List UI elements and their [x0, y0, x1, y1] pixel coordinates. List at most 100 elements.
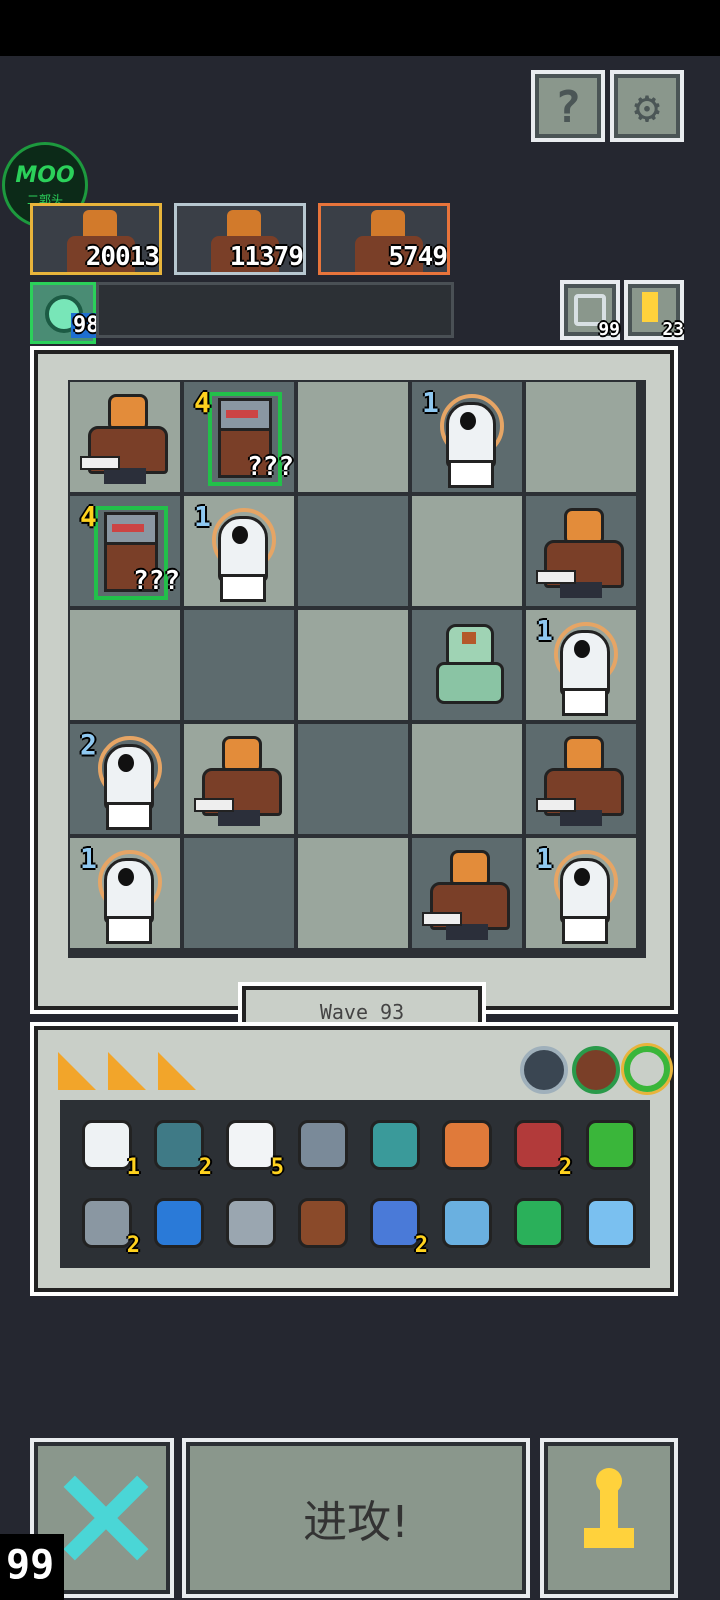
inventory-item[interactable] — [434, 1190, 496, 1252]
inventory-item[interactable] — [146, 1190, 208, 1252]
enemy-card[interactable]: 11379 — [174, 203, 306, 275]
corner-count: 99 — [6, 1542, 55, 1588]
inventory-item[interactable] — [578, 1112, 640, 1174]
watermark-title: MOO — [15, 163, 75, 188]
board-cell[interactable] — [526, 382, 636, 492]
reroll-button[interactable]: 99 — [560, 280, 620, 340]
inventory-item[interactable]: 5 — [218, 1112, 284, 1180]
cheese-icon — [108, 1052, 146, 1090]
item-count: 2 — [198, 1155, 212, 1180]
enemy-hp: 11379 — [229, 242, 303, 272]
attack-button[interactable]: 进攻! — [182, 1438, 530, 1598]
board-cell[interactable]: 1 — [70, 838, 180, 948]
knight-unit[interactable]: 4??? — [70, 496, 180, 606]
inventory-item[interactable] — [578, 1190, 640, 1252]
reroll-count: 99 — [598, 319, 620, 340]
board-cell[interactable] — [184, 610, 294, 720]
board-cell[interactable] — [70, 382, 180, 492]
inventory-item[interactable] — [290, 1112, 352, 1174]
inventory-item[interactable]: 2 — [146, 1112, 212, 1180]
inventory-item[interactable]: 2 — [506, 1112, 572, 1180]
settings-button[interactable]: ⚙ — [610, 70, 684, 142]
unit-level: 1 — [422, 386, 439, 419]
board-cell[interactable] — [526, 724, 636, 834]
board-cell[interactable] — [184, 838, 294, 948]
item-count: 2 — [558, 1155, 572, 1180]
ghost-unit[interactable]: 1 — [526, 610, 636, 720]
enemy-hp: 5749 — [388, 242, 447, 272]
board-cell[interactable] — [298, 610, 408, 720]
units-button[interactable] — [540, 1438, 678, 1598]
brute-unit[interactable] — [412, 838, 522, 948]
corner-counter: 99 — [0, 1534, 64, 1600]
pawn-icon — [584, 1468, 634, 1568]
board-cell[interactable] — [412, 838, 522, 948]
inventory-item[interactable]: 2 — [74, 1190, 140, 1258]
board-cell[interactable] — [298, 838, 408, 948]
inventory-grid: 1 2 5 2 2 2 — [60, 1100, 650, 1268]
board-cell[interactable] — [412, 496, 522, 606]
enemy-card[interactable]: 5749 — [318, 203, 450, 275]
relic-helm-icon[interactable] — [520, 1046, 568, 1094]
enemy-portrait — [371, 210, 405, 238]
inventory-panel: 1 2 5 2 2 2 — [30, 1022, 678, 1296]
brute-unit[interactable] — [526, 724, 636, 834]
network-icon — [586, 1198, 636, 1248]
battery-icon — [154, 1198, 204, 1248]
cheese-row — [54, 1046, 204, 1096]
status-bar — [0, 0, 720, 56]
ghost-unit[interactable]: 1 — [412, 382, 522, 492]
relic-wreath-icon[interactable] — [572, 1046, 620, 1094]
potion-bag-icon — [586, 1120, 636, 1170]
board-cell[interactable] — [298, 382, 408, 492]
ghost-unit[interactable]: 1 — [70, 838, 180, 948]
chain-icon — [226, 1198, 276, 1248]
unit-level: 4 — [80, 500, 97, 533]
board-cell[interactable]: 1 — [526, 838, 636, 948]
zombie-unit[interactable] — [412, 610, 522, 720]
gauntlet-icon — [370, 1120, 420, 1170]
relic-ring-icon[interactable] — [624, 1046, 670, 1092]
board-cell[interactable]: 1 — [184, 496, 294, 606]
inventory-item[interactable] — [290, 1190, 352, 1252]
board-cell[interactable] — [526, 496, 636, 606]
unit-level: 1 — [536, 842, 553, 875]
board-cell[interactable]: 2 — [70, 724, 180, 834]
swirl-orb-icon — [442, 1120, 492, 1170]
inventory-item[interactable] — [218, 1190, 280, 1252]
board-cell[interactable] — [298, 496, 408, 606]
item-count: 2 — [126, 1233, 140, 1258]
board-cell[interactable] — [184, 724, 294, 834]
board-cell[interactable] — [70, 610, 180, 720]
enemy-card[interactable]: 20013 — [30, 203, 162, 275]
board-cell[interactable]: 1 — [526, 610, 636, 720]
board-cell[interactable] — [412, 724, 522, 834]
ghost-unit[interactable]: 1 — [526, 838, 636, 948]
knight-unit[interactable]: 4??? — [184, 382, 294, 492]
gem-slot[interactable]: 98 — [30, 282, 102, 344]
ghost-unit[interactable]: 1 — [184, 496, 294, 606]
board-cell[interactable]: 4??? — [70, 496, 180, 606]
inventory-item[interactable]: 1 — [74, 1112, 140, 1180]
help-button[interactable]: ? — [531, 70, 605, 142]
key-button[interactable]: 23 — [624, 280, 684, 340]
attack-label: 进攻! — [303, 1497, 409, 1548]
close-icon — [63, 1472, 149, 1564]
brute-unit[interactable] — [70, 382, 180, 492]
board-frame: 4??? 1 4??? 1 1 2 1 1 — [30, 346, 678, 1014]
ghost-unit[interactable]: 2 — [70, 724, 180, 834]
board-cell[interactable]: 4??? — [184, 382, 294, 492]
enemy-portrait — [227, 210, 261, 238]
inventory-item[interactable]: 2 — [362, 1190, 428, 1258]
board-cell[interactable] — [412, 610, 522, 720]
inventory-item[interactable] — [506, 1190, 568, 1252]
cloud-icon — [226, 1120, 276, 1170]
inventory-item[interactable] — [362, 1112, 424, 1174]
board-cell[interactable] — [298, 724, 408, 834]
unit-hidden-stat: ??? — [247, 452, 294, 482]
brute-unit[interactable] — [526, 496, 636, 606]
board-cell[interactable]: 1 — [412, 382, 522, 492]
rock-icon — [298, 1120, 348, 1170]
inventory-item[interactable] — [434, 1112, 496, 1174]
brute-unit[interactable] — [184, 724, 294, 834]
